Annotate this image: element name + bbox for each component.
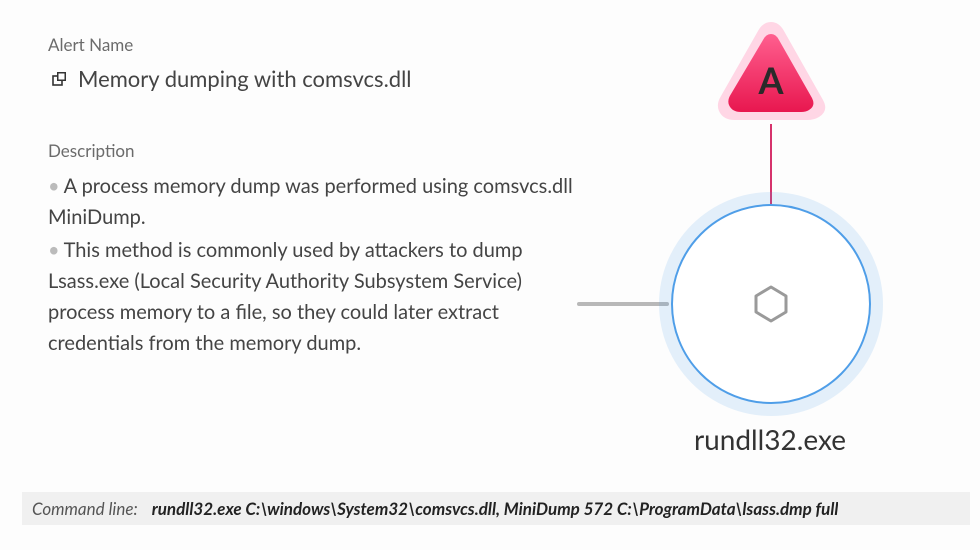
- alert-badge[interactable]: A: [713, 20, 829, 124]
- command-line-value: rundll32.exe C:\windows\System32\comsvcs…: [152, 498, 839, 519]
- process-node-label: rundll32.exe: [575, 422, 965, 456]
- description-item: •This method is commonly used by attacke…: [48, 235, 578, 359]
- description-item: •A process memory dump was performed usi…: [48, 171, 578, 233]
- popout-icon[interactable]: [52, 71, 68, 87]
- alert-name-row: Memory dumping with comsvcs.dll: [48, 65, 578, 92]
- process-node[interactable]: [671, 204, 871, 404]
- command-line-label: Command line:: [32, 498, 138, 519]
- graph-edge-vertical: [770, 124, 772, 204]
- description-block: Description •A process memory dump was p…: [48, 140, 578, 359]
- alert-badge-letter: A: [713, 58, 829, 102]
- description-label: Description: [48, 140, 578, 161]
- alert-name-label: Alert Name: [48, 34, 578, 55]
- description-text: This method is commonly used by attacker…: [48, 238, 523, 355]
- description-list: •A process memory dump was performed usi…: [48, 171, 578, 359]
- graph-edge-horizontal: [577, 302, 669, 306]
- description-text: A process memory dump was performed usin…: [48, 174, 573, 229]
- alert-details-panel: Alert Name Memory dumping with comsvcs.d…: [48, 34, 578, 361]
- hexagon-icon: [754, 285, 788, 323]
- process-graph: A rundll32.exe: [575, 20, 965, 460]
- command-line-bar: Command line: rundll32.exe C:\windows\Sy…: [22, 492, 970, 525]
- alert-name-value: Memory dumping with comsvcs.dll: [78, 65, 411, 92]
